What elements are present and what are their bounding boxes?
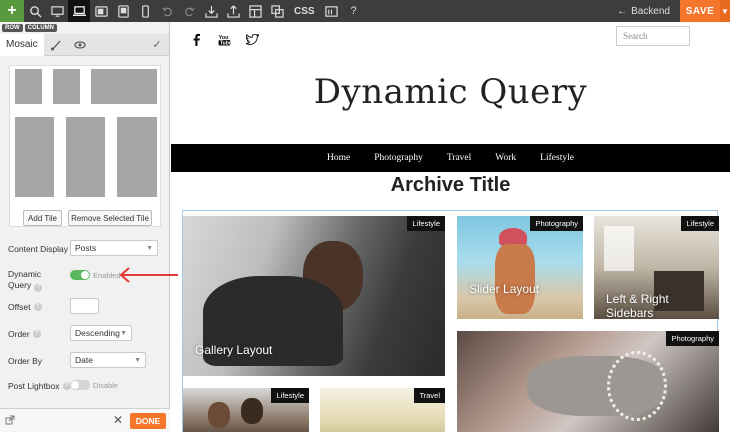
check-icon[interactable]: ✓ [145, 34, 169, 56]
content-display-select[interactable]: Posts ▼ [70, 240, 158, 256]
help-icon[interactable]: ? [343, 0, 365, 22]
laptop-icon[interactable] [68, 0, 90, 22]
dynamic-query-state: Enabled [93, 271, 121, 280]
breadcrumb-row[interactable]: ROW [2, 24, 23, 32]
css-button[interactable]: CSS [288, 6, 321, 17]
preview-tile[interactable] [66, 117, 105, 197]
category-badge[interactable]: Photography [666, 331, 719, 346]
chevron-down-icon: ▼ [134, 356, 141, 364]
module-settings-panel: ROW COLUMN Mosaic ✓ Add Tile Remove Sele… [0, 22, 170, 432]
tablet-portrait-icon[interactable] [112, 0, 134, 22]
undo-icon[interactable] [156, 0, 178, 22]
tile-title[interactable]: Left & Right Sidebars [606, 292, 669, 319]
facebook-icon[interactable] [189, 32, 203, 46]
nav-item-lifestyle[interactable]: Lifestyle [540, 153, 574, 163]
breadcrumb-column[interactable]: COLUMN [24, 24, 58, 32]
preview-tile[interactable] [15, 117, 54, 197]
svg-text:Tube: Tube [220, 40, 231, 46]
chevron-down-icon: ▼ [120, 329, 127, 337]
order-by-label: Order By [8, 356, 43, 366]
site-search-input[interactable]: Search [616, 26, 690, 46]
save-button[interactable]: SAVE [680, 0, 720, 22]
category-badge[interactable]: Lifestyle [271, 388, 309, 403]
mosaic-preview: Add Tile Remove Selected Tile [9, 65, 161, 227]
site-title: Dynamic Query [313, 72, 588, 112]
help-icon[interactable]: ? [32, 330, 41, 338]
twitter-icon[interactable] [245, 32, 259, 46]
category-badge[interactable]: Lifestyle [681, 216, 719, 231]
done-button[interactable]: DONE [130, 413, 166, 429]
page-canvas: You Tube Search Dynamic Query Home Photog… [171, 22, 730, 432]
tab-mosaic[interactable]: Mosaic [0, 33, 44, 56]
mosaic-tile[interactable]: Lifestyle Left & Right Sidebars [594, 216, 719, 319]
close-icon[interactable]: ✕ [113, 413, 123, 427]
export-icon[interactable] [222, 0, 244, 22]
redo-icon[interactable] [178, 0, 200, 22]
mosaic-grid[interactable]: Lifestyle Gallery Layout Photography Sli… [182, 210, 719, 432]
tile-title[interactable]: Slider Layout [469, 282, 539, 296]
eye-icon[interactable] [68, 34, 92, 56]
preview-tile[interactable] [91, 69, 157, 104]
breadcrumb: ROW COLUMN [0, 22, 169, 34]
mosaic-tile[interactable]: Lifestyle [183, 388, 309, 432]
order-label: Order? [8, 329, 41, 339]
content-display-label: Content Display [8, 244, 69, 254]
brush-icon[interactable] [44, 34, 68, 56]
copy-icon[interactable] [266, 0, 288, 22]
arrow-left-icon: ← [617, 5, 628, 17]
order-by-select[interactable]: Date ▼ [70, 352, 146, 368]
youtube-icon[interactable]: You Tube [217, 32, 231, 46]
post-lightbox-toggle[interactable] [70, 380, 90, 390]
preview-tile[interactable] [53, 69, 80, 104]
panel-tabs: Mosaic ✓ [0, 33, 169, 56]
phone-icon[interactable] [134, 0, 156, 22]
chevron-down-icon: ▼ [146, 244, 153, 252]
category-badge[interactable]: Travel [414, 388, 445, 403]
tile-title[interactable]: Gallery Layout [195, 343, 272, 357]
offset-input[interactable] [70, 298, 99, 314]
mosaic-tile[interactable]: Photography [457, 331, 719, 432]
panel-footer: ✕ DONE [0, 408, 170, 432]
chevron-down-icon[interactable]: ▼ [720, 0, 730, 22]
dynamic-query-label: Dynamic Query? [8, 269, 43, 292]
tablet-landscape-icon[interactable] [90, 0, 112, 22]
mosaic-tile[interactable]: Photography Slider Layout [457, 216, 583, 319]
desktop-icon[interactable] [46, 0, 68, 22]
popout-icon[interactable] [5, 415, 15, 425]
order-select[interactable]: Descending ▼ [70, 325, 132, 341]
category-badge[interactable]: Lifestyle [407, 216, 445, 231]
nav-item-work[interactable]: Work [495, 153, 516, 163]
layout-icon[interactable] [244, 0, 266, 22]
code-icon[interactable] [321, 0, 343, 22]
zoom-icon[interactable] [24, 0, 46, 22]
nav-item-home[interactable]: Home [327, 153, 350, 163]
builder-toolbar: + CSS ? ← Backend SAVE ▼ [0, 0, 730, 22]
dynamic-query-toggle[interactable] [70, 270, 90, 280]
nav-item-travel[interactable]: Travel [447, 153, 471, 163]
plus-icon[interactable]: + [0, 0, 24, 22]
offset-label: Offset? [8, 302, 42, 312]
category-badge[interactable]: Photography [530, 216, 583, 231]
remove-tile-button[interactable]: Remove Selected Tile [68, 210, 152, 226]
preview-tile[interactable] [117, 117, 157, 197]
mosaic-tile[interactable]: Travel [320, 388, 445, 432]
add-tile-button[interactable]: Add Tile [23, 210, 62, 226]
social-icons: You Tube [189, 32, 259, 46]
help-icon[interactable]: ? [33, 303, 42, 311]
post-lightbox-state: Disable [93, 381, 119, 390]
post-lightbox-label: Post Lightbox? [8, 381, 71, 391]
preview-tile[interactable] [15, 69, 42, 104]
mosaic-tile[interactable]: Lifestyle Gallery Layout [183, 216, 445, 376]
help-icon[interactable]: ? [34, 283, 43, 292]
backend-link[interactable]: ← Backend [607, 6, 680, 17]
nav-item-photography[interactable]: Photography [374, 153, 423, 163]
annotation-arrow-icon [119, 267, 178, 283]
import-icon[interactable] [200, 0, 222, 22]
site-nav: Home Photography Travel Work Lifestyle [171, 144, 730, 172]
archive-title: Archive Title [390, 174, 511, 196]
